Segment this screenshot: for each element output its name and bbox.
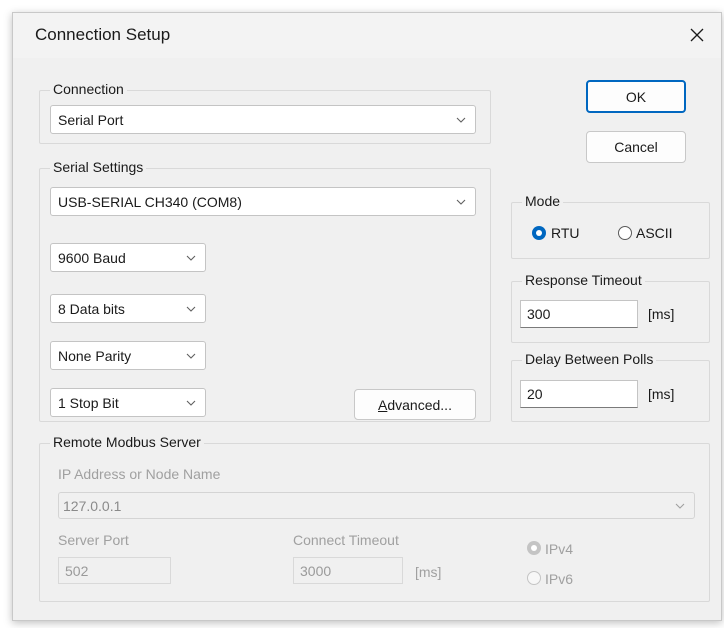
stop-bits-value: 1 Stop Bit xyxy=(58,394,119,411)
remote-server-group: Remote Modbus Server IP Address or Node … xyxy=(39,434,710,602)
connection-type-value: Serial Port xyxy=(58,111,124,128)
connection-type-select[interactable]: Serial Port xyxy=(50,105,476,134)
mode-legend: Mode xyxy=(522,193,564,209)
cancel-button[interactable]: Cancel xyxy=(586,131,686,163)
response-timeout-input[interactable]: 300 xyxy=(520,300,638,328)
radio-selected-icon xyxy=(527,541,541,555)
response-timeout-group: Response Timeout 300 [ms] xyxy=(511,272,710,343)
response-timeout-unit: [ms] xyxy=(648,306,675,322)
remote-server-legend: Remote Modbus Server xyxy=(50,434,204,450)
stop-bits-select[interactable]: 1 Stop Bit xyxy=(50,388,206,417)
connect-timeout-label: Connect Timeout xyxy=(293,532,399,548)
connection-setup-dialog: Connection Setup Connection Serial Port … xyxy=(12,12,722,621)
advanced-button-label: Advanced... xyxy=(378,397,452,413)
advanced-button[interactable]: Advanced... xyxy=(354,389,476,420)
connection-group: Connection Serial Port xyxy=(39,81,491,144)
radio-unselected-icon xyxy=(527,571,541,585)
parity-select[interactable]: None Parity xyxy=(50,341,206,370)
delay-polls-group: Delay Between Polls 20 [ms] xyxy=(511,351,710,422)
serial-port-select[interactable]: USB-SERIAL CH340 (COM8) xyxy=(50,187,476,216)
connect-timeout-input[interactable]: 3000 xyxy=(293,557,403,584)
mode-rtu-label: RTU xyxy=(551,225,580,241)
ipv6-label: IPv6 xyxy=(545,571,574,587)
ipv4-label: IPv4 xyxy=(545,541,574,557)
ipv4-option[interactable]: IPv4 xyxy=(527,538,597,558)
chevron-down-icon xyxy=(456,199,466,205)
delay-polls-unit: [ms] xyxy=(648,386,675,402)
ip-address-label: IP Address or Node Name xyxy=(58,466,221,482)
connect-timeout-value: 3000 xyxy=(300,562,332,579)
chevron-down-icon xyxy=(186,255,196,261)
connection-legend: Connection xyxy=(50,81,127,97)
chevron-down-icon xyxy=(186,400,196,406)
serial-settings-group: Serial Settings USB-SERIAL CH340 (COM8) … xyxy=(39,159,491,422)
chevron-down-icon xyxy=(456,117,466,123)
dialog-title: Connection Setup xyxy=(35,25,171,44)
baud-rate-select[interactable]: 9600 Baud xyxy=(50,243,206,272)
serial-port-value: USB-SERIAL CH340 (COM8) xyxy=(58,193,242,210)
close-button[interactable] xyxy=(677,17,717,53)
cancel-button-label: Cancel xyxy=(614,139,658,155)
response-timeout-legend: Response Timeout xyxy=(522,272,645,288)
mode-rtu-option[interactable]: RTU xyxy=(532,223,607,243)
delay-polls-input[interactable]: 20 xyxy=(520,380,638,408)
title-bar: Connection Setup xyxy=(13,13,721,58)
ok-button-label: OK xyxy=(625,88,647,105)
mode-ascii-option[interactable]: ASCII xyxy=(618,223,698,243)
delay-polls-value: 20 xyxy=(527,386,543,402)
ip-address-select[interactable]: 127.0.0.1 xyxy=(58,492,695,519)
close-icon xyxy=(690,28,704,42)
parity-value: None Parity xyxy=(58,347,132,364)
ipv6-option[interactable]: IPv6 xyxy=(527,568,597,588)
baud-rate-value: 9600 Baud xyxy=(58,249,126,266)
data-bits-value: 8 Data bits xyxy=(58,300,125,317)
chevron-down-icon xyxy=(186,306,196,312)
radio-unselected-icon xyxy=(618,226,632,240)
data-bits-select[interactable]: 8 Data bits xyxy=(50,294,206,323)
server-port-value: 502 xyxy=(65,562,89,579)
response-timeout-value: 300 xyxy=(527,306,551,322)
mode-group: Mode RTU ASCII xyxy=(511,193,710,259)
server-port-input[interactable]: 502 xyxy=(58,557,171,584)
connect-timeout-unit: [ms] xyxy=(415,564,442,580)
radio-selected-icon xyxy=(532,226,546,240)
delay-polls-legend: Delay Between Polls xyxy=(522,351,657,367)
advanced-label-rest: dvanced... xyxy=(387,396,452,413)
ip-address-value: 127.0.0.1 xyxy=(63,497,122,514)
advanced-accelerator: A xyxy=(378,396,388,413)
ok-button[interactable]: OK xyxy=(586,80,686,113)
chevron-down-icon xyxy=(186,353,196,359)
mode-ascii-label: ASCII xyxy=(636,225,673,241)
server-port-label: Server Port xyxy=(58,532,129,548)
serial-settings-legend: Serial Settings xyxy=(50,159,147,175)
chevron-down-icon xyxy=(675,503,685,509)
